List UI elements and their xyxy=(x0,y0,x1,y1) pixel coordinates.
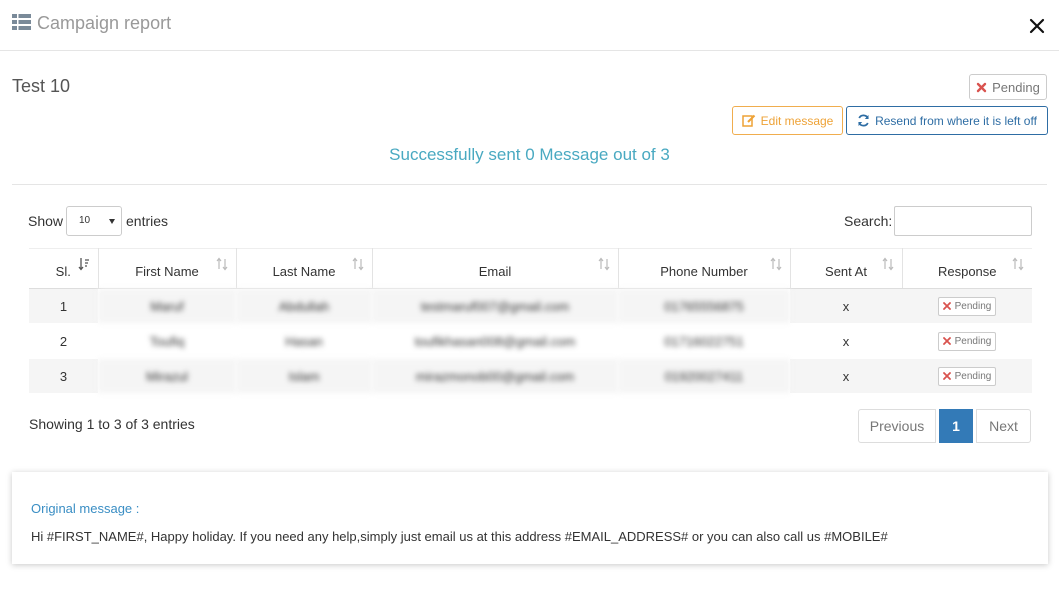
pending-badge-label: Pending xyxy=(954,335,992,347)
entries-label: entries xyxy=(126,213,169,229)
recipients-table: Sl. First Name Last Name Email Phone Num… xyxy=(29,248,1032,394)
modal-title: Campaign report xyxy=(37,13,172,33)
pending-badge-label: Pending xyxy=(954,370,992,382)
column-header-response[interactable]: Response xyxy=(902,248,1032,289)
previous-page-button[interactable]: Previous xyxy=(858,409,936,443)
list-icon xyxy=(12,14,31,30)
cell-sl: 2 xyxy=(29,323,98,359)
table-row: 2 Toufiq Hasan toufikhasan008@gmail.com … xyxy=(29,323,1032,359)
column-header-label: Sl. xyxy=(55,264,71,279)
search-label: Search: xyxy=(844,213,893,229)
pending-badge-label: Pending xyxy=(954,300,992,312)
campaign-name: Test 10 xyxy=(12,76,71,96)
column-header-email[interactable]: Email xyxy=(372,248,619,289)
column-header-label: Last Name xyxy=(272,264,336,279)
sort-icon xyxy=(598,257,609,271)
cell-response: Pending xyxy=(902,358,1032,394)
cell-last-name: Abdullah xyxy=(236,288,372,324)
entries-select[interactable]: 10 xyxy=(66,206,122,236)
edit-message-label: Edit message xyxy=(760,113,834,128)
column-header-sl[interactable]: Sl. xyxy=(29,248,99,289)
resend-button[interactable]: Resend from where it is left off xyxy=(846,106,1048,135)
column-header-label: Response xyxy=(937,264,997,279)
cell-last-name: Islam xyxy=(236,358,372,394)
divider xyxy=(12,184,1047,185)
modal-header: Campaign report xyxy=(0,0,1059,51)
cell-first-name: Maruf xyxy=(98,288,236,324)
cell-sent-at: x xyxy=(790,323,902,359)
column-header-phone[interactable]: Phone Number xyxy=(618,248,791,289)
sort-icon xyxy=(1012,257,1024,271)
page-1-button[interactable]: 1 xyxy=(939,409,973,443)
edit-message-button[interactable]: Edit message xyxy=(732,106,843,135)
cell-sent-at: x xyxy=(790,288,902,324)
cell-response: Pending xyxy=(902,323,1032,359)
column-header-label: Email xyxy=(478,264,512,279)
sort-icon xyxy=(216,257,227,271)
cell-phone: 01716022751 xyxy=(618,323,790,359)
pending-badge[interactable]: Pending xyxy=(938,331,996,351)
column-header-label: Phone Number xyxy=(660,264,748,279)
sort-icon xyxy=(352,257,363,271)
sort-icon xyxy=(770,257,781,271)
column-header-label: Sent At xyxy=(825,264,867,279)
column-header-sent-at[interactable]: Sent At xyxy=(790,248,903,289)
table-row: 1 Maruf Abdullah testmaruf007@gmail.com … xyxy=(29,288,1032,324)
refresh-icon xyxy=(858,114,869,127)
column-header-first-name[interactable]: First Name xyxy=(98,248,237,289)
x-mark-icon xyxy=(976,82,987,92)
column-header-label: First Name xyxy=(135,264,199,279)
status-pending-button[interactable]: Pending xyxy=(969,74,1047,100)
cell-email: mirazmonob00@gmail.com xyxy=(372,358,618,394)
cell-sent-at: x xyxy=(790,358,902,394)
resend-label: Resend from where it is left off xyxy=(875,113,1037,128)
original-message-body: Hi #FIRST_NAME#, Happy holiday. If you n… xyxy=(31,529,888,544)
pagination-info: Showing 1 to 3 of 3 entries xyxy=(29,416,195,432)
cell-first-name: Mirazul xyxy=(98,358,236,394)
x-mark-icon xyxy=(942,302,951,310)
cell-email: testmaruf007@gmail.com xyxy=(372,288,618,324)
close-icon[interactable] xyxy=(1027,16,1047,36)
entries-value: 10 xyxy=(79,215,91,226)
cell-phone: 01920027411 xyxy=(618,358,790,394)
cell-sl: 1 xyxy=(29,288,98,324)
sort-icon xyxy=(882,257,893,271)
cell-last-name: Hasan xyxy=(236,323,372,359)
status-pending-label: Pending xyxy=(992,79,1040,95)
cell-first-name: Toufiq xyxy=(98,323,236,359)
cell-phone: 01765556875 xyxy=(618,288,790,324)
chevron-down-icon xyxy=(109,219,115,224)
table-row: 3 Mirazul Islam mirazmonob00@gmail.com 0… xyxy=(29,358,1032,394)
cell-response: Pending xyxy=(902,288,1032,324)
show-label: Show xyxy=(28,213,64,229)
original-message-title: Original message : xyxy=(31,501,140,516)
cell-email: toufikhasan008@gmail.com xyxy=(372,323,618,359)
next-page-button[interactable]: Next xyxy=(976,409,1031,443)
pending-badge[interactable]: Pending xyxy=(938,296,996,316)
send-summary: Successfully sent 0 Message out of 3 xyxy=(389,145,670,164)
sort-asc-icon xyxy=(77,258,89,271)
x-mark-icon xyxy=(942,337,951,345)
table-header-row: Sl. First Name Last Name Email Phone Num… xyxy=(29,248,1032,289)
cell-sl: 3 xyxy=(29,358,98,394)
column-header-last-name[interactable]: Last Name xyxy=(236,248,373,289)
original-message-card: Original message : Hi #FIRST_NAME#, Happ… xyxy=(12,472,1048,564)
pending-badge[interactable]: Pending xyxy=(938,366,996,386)
edit-icon xyxy=(741,114,755,127)
search-input[interactable] xyxy=(894,206,1032,236)
x-mark-icon xyxy=(942,372,951,380)
